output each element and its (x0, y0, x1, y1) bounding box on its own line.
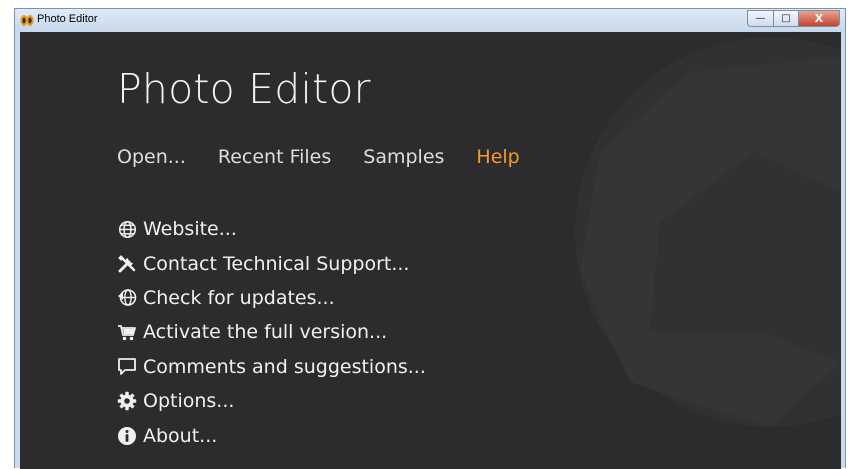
menu-item-options[interactable]: Options... (116, 384, 426, 418)
menu-item-check-updates[interactable]: Check for updates... (116, 281, 426, 315)
aperture-watermark-icon (575, 37, 841, 427)
window-title: Photo Editor (37, 13, 98, 25)
tab-help[interactable]: Help (476, 146, 519, 168)
gear-icon (116, 391, 138, 411)
menu-item-about[interactable]: About... (116, 418, 426, 452)
app-title: Photo Editor (117, 65, 371, 113)
menu-item-label: Activate the full version... (143, 321, 388, 344)
tab-open[interactable]: Open... (117, 146, 186, 168)
menu-item-contact-support[interactable]: Contact Technical Support... (116, 246, 426, 280)
title-bar[interactable]: Photo Editor — □ X (15, 9, 845, 32)
menu-item-label: Contact Technical Support... (143, 252, 410, 275)
globe-icon (116, 219, 138, 239)
app-logo-icon (20, 15, 34, 26)
close-icon: X (814, 12, 824, 25)
menu-item-activate[interactable]: Activate the full version... (116, 315, 426, 349)
maximize-button[interactable]: □ (773, 10, 798, 27)
maximize-icon: □ (781, 13, 791, 24)
comment-icon (116, 357, 138, 377)
main-panel: Photo Editor Open... Recent Files Sample… (20, 32, 841, 469)
help-menu: Website... Contact Technical Support... (116, 212, 426, 453)
menu-item-label: About... (143, 424, 218, 447)
menu-item-comments[interactable]: Comments and suggestions... (116, 350, 426, 384)
menu-item-label: Options... (143, 390, 235, 413)
cart-icon (116, 322, 138, 342)
tab-recent-files[interactable]: Recent Files (218, 146, 331, 168)
main-nav: Open... Recent Files Samples Help (117, 146, 520, 168)
tools-icon (116, 254, 138, 274)
info-icon (116, 426, 138, 446)
minimize-icon: — (755, 13, 766, 24)
app-window: Photo Editor — □ X Photo Editor Open... … (14, 8, 846, 469)
menu-item-label: Comments and suggestions... (143, 355, 426, 378)
update-globe-icon (116, 288, 138, 308)
menu-item-label: Check for updates... (143, 286, 335, 309)
menu-item-label: Website... (143, 218, 237, 241)
tab-samples[interactable]: Samples (363, 146, 444, 168)
menu-item-website[interactable]: Website... (116, 212, 426, 246)
close-button[interactable]: X (798, 10, 840, 27)
minimize-button[interactable]: — (747, 10, 773, 27)
